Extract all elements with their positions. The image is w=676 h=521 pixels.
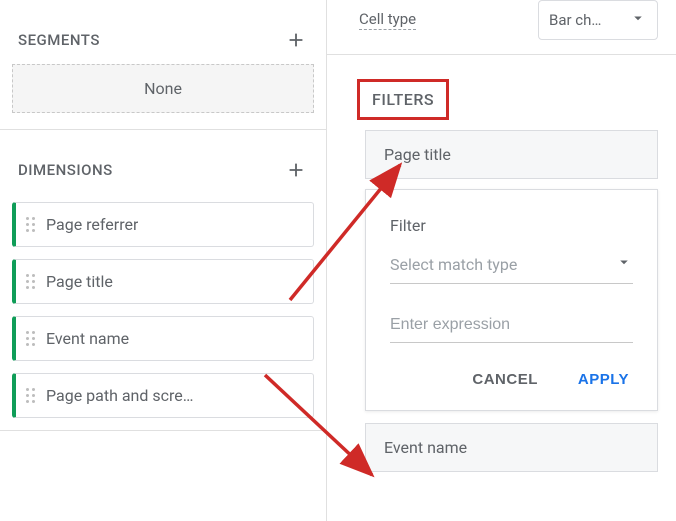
dimension-item-page-referrer[interactable]: Page referrer: [12, 202, 314, 247]
dimension-label: Page referrer: [46, 215, 138, 234]
drag-handle-icon: [26, 274, 36, 290]
dimension-item-page-title[interactable]: Page title: [12, 259, 314, 304]
filters-title-highlight: FILTERS: [357, 79, 449, 120]
filter-chip-label: Event name: [384, 438, 467, 457]
cell-type-row: Cell type Bar ch…: [327, 0, 676, 55]
dimension-label: Event name: [46, 329, 129, 348]
chevron-down-icon: [629, 9, 647, 31]
cell-type-label: Cell type: [359, 10, 416, 30]
match-type-placeholder: Select match type: [390, 255, 517, 274]
dimension-item-event-name[interactable]: Event name: [12, 316, 314, 361]
cell-type-select[interactable]: Bar ch…: [538, 0, 658, 40]
filter-chip-event-name[interactable]: Event name: [365, 423, 658, 472]
chevron-down-icon: [615, 253, 633, 275]
filter-chip-page-title[interactable]: Page title: [365, 130, 658, 179]
dimensions-list: Page referrer Page title Event name Page…: [0, 194, 326, 418]
filter-chip-label: Page title: [384, 145, 451, 164]
dimension-label: Page path and scre…: [46, 386, 193, 405]
expression-input[interactable]: [390, 312, 633, 343]
dimensions-header: DIMENSIONS: [0, 130, 326, 194]
none-label: None: [144, 79, 182, 98]
segments-none-dropzone[interactable]: None: [12, 64, 314, 113]
cancel-button[interactable]: CANCEL: [468, 365, 542, 394]
dimension-label: Page title: [46, 272, 113, 291]
drag-handle-icon: [26, 388, 36, 404]
cell-type-value: Bar ch…: [549, 11, 601, 29]
segments-header: SEGMENTS: [0, 0, 326, 64]
filters-header: FILTERS: [327, 55, 676, 130]
filter-config-popup: Filter Select match type CANCEL APPLY: [365, 189, 658, 411]
divider: [0, 430, 326, 439]
add-segment-icon[interactable]: [284, 28, 308, 52]
filter-popup-label: Filter: [390, 216, 633, 235]
drag-handle-icon: [26, 331, 36, 347]
match-type-select[interactable]: Select match type: [390, 253, 633, 284]
dimensions-title: DIMENSIONS: [18, 161, 113, 179]
filters-title: FILTERS: [372, 90, 434, 109]
segments-title: SEGMENTS: [18, 31, 100, 49]
apply-button[interactable]: APPLY: [574, 365, 633, 394]
drag-handle-icon: [26, 217, 36, 233]
add-dimension-icon[interactable]: [284, 158, 308, 182]
popup-actions: CANCEL APPLY: [390, 365, 633, 394]
dimension-item-page-path[interactable]: Page path and scre…: [12, 373, 314, 418]
